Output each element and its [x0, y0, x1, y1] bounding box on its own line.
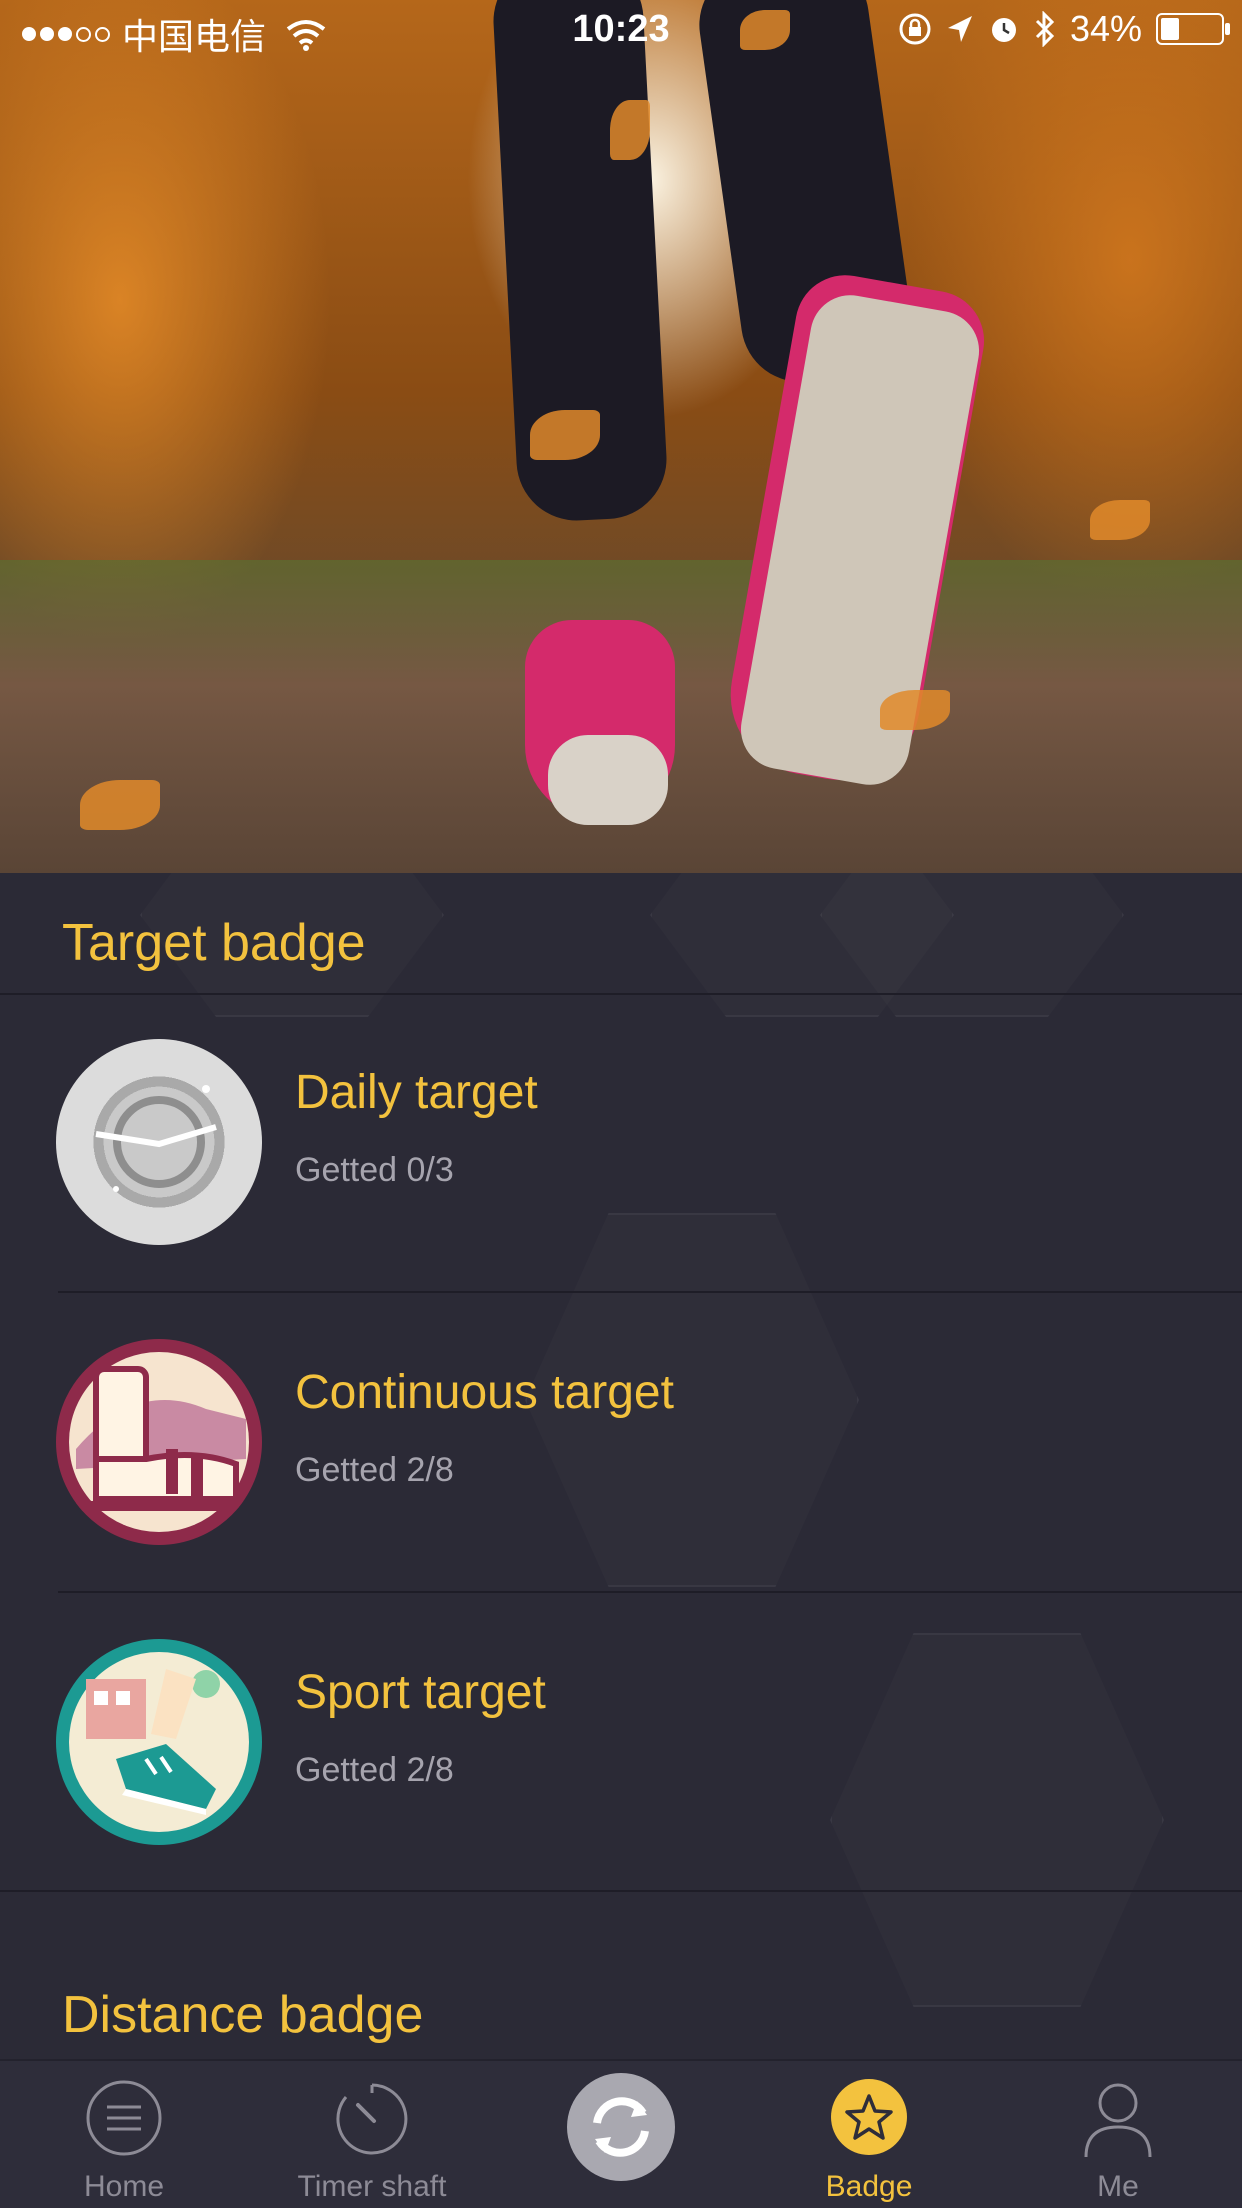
foot-steps-badge-icon: [56, 1339, 262, 1545]
falling-leaf: [1090, 500, 1150, 540]
badge-progress: Getted 2/8: [295, 1451, 454, 1489]
badge-title: Sport target: [295, 1666, 546, 1719]
badge-item-daily-target[interactable]: Daily target Getted 0/3: [0, 993, 1242, 1293]
tab-label: Home: [83, 2170, 165, 2203]
badge-progress: Getted 2/8: [295, 1751, 454, 1789]
tab-timer-shaft[interactable]: Timer shaft: [248, 2061, 496, 2208]
person-icon: [1084, 2083, 1152, 2158]
status-bar: 中国电信 10:23 34%: [0, 0, 1242, 62]
menu-icon: [86, 2080, 162, 2156]
badge-item-sport-target[interactable]: Sport target Getted 2/8: [0, 1593, 1242, 1893]
badge-title: Continuous target: [295, 1366, 674, 1419]
section-divider: [0, 1890, 1242, 1892]
sync-button[interactable]: [497, 2061, 745, 2208]
falling-leaf: [530, 410, 600, 460]
alarm-icon: [991, 18, 1016, 42]
tab-bar: Home Timer shaft Badge Me: [0, 2059, 1242, 2208]
falling-leaf: [610, 100, 650, 160]
target-badge-heading: Target badge: [62, 914, 366, 972]
bluetooth-icon: [1035, 11, 1055, 47]
tab-home[interactable]: Home: [0, 2061, 248, 2208]
clock-badge-icon: [56, 1039, 262, 1245]
badge-progress: Getted 0/3: [295, 1151, 454, 1189]
tab-me[interactable]: Me: [994, 2061, 1242, 2208]
battery-level: [1161, 18, 1179, 40]
falling-leaf: [80, 780, 160, 830]
running-shoe-badge-icon: [56, 1639, 262, 1845]
location-arrow-icon: [947, 16, 972, 42]
distance-badge-heading: Distance badge: [62, 1986, 424, 2044]
badge-title: Daily target: [295, 1066, 538, 1119]
timer-icon: [336, 2083, 408, 2155]
tab-label: Badge: [825, 2170, 913, 2203]
battery-percent: 34%: [1069, 8, 1142, 49]
sync-icon: [567, 2073, 675, 2181]
badge-item-continuous-target[interactable]: Continuous target Getted 2/8: [0, 1293, 1242, 1593]
star-icon: [831, 2079, 907, 2155]
tab-badge[interactable]: Badge: [745, 2061, 993, 2208]
hero-photo: [0, 0, 1242, 873]
badge-list[interactable]: Target badge Daily target Getted 0/3 Con…: [0, 873, 1242, 2061]
falling-leaf: [880, 690, 950, 730]
tab-label: Timer shaft: [297, 2170, 447, 2203]
left-shoe-sole: [548, 735, 668, 825]
tab-label: Me: [1097, 2170, 1139, 2203]
battery-icon: [1156, 13, 1230, 45]
orientation-lock-icon: [899, 13, 931, 45]
